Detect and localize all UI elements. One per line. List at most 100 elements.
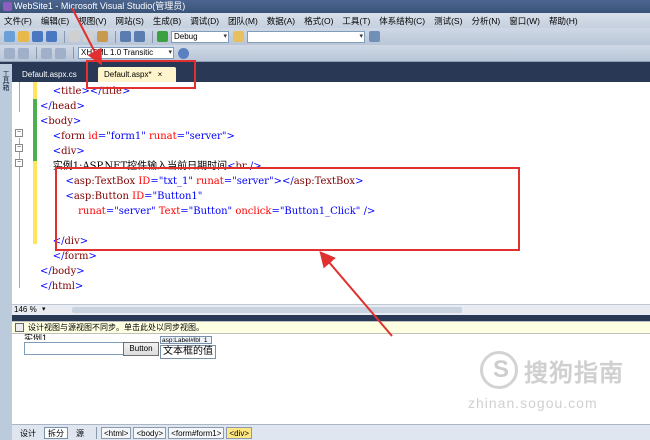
new-project-icon[interactable] bbox=[4, 31, 15, 42]
code-token: < bbox=[52, 146, 62, 157]
find-combo[interactable] bbox=[247, 30, 365, 43]
save-icon[interactable] bbox=[32, 31, 43, 42]
find-icon[interactable] bbox=[233, 31, 244, 42]
menu-item[interactable]: 帮助(H) bbox=[549, 15, 578, 27]
outdent-icon[interactable] bbox=[4, 47, 15, 59]
comment-icon[interactable] bbox=[41, 47, 52, 59]
breadcrumb-html[interactable]: <html> bbox=[101, 426, 132, 439]
view-switcher-bar: 设计 拆分 源 <html> <body> <form#form1> <div> bbox=[12, 424, 650, 440]
code-highlight-box bbox=[55, 167, 520, 251]
code-token: id bbox=[88, 131, 98, 142]
tab-default-aspx-cs[interactable]: Default.aspx.cs bbox=[16, 67, 83, 82]
toolbar-separator bbox=[36, 47, 37, 59]
code-token: </ bbox=[52, 251, 65, 262]
visual-studio-icon bbox=[3, 2, 12, 11]
info-icon bbox=[15, 323, 24, 332]
menu-item[interactable]: 窗口(W) bbox=[509, 15, 540, 27]
menu-item[interactable]: 团队(M) bbox=[228, 15, 258, 27]
redo-icon[interactable] bbox=[134, 31, 145, 42]
code-line[interactable]: </form> bbox=[40, 249, 97, 264]
cut-icon[interactable] bbox=[69, 31, 80, 42]
paste-icon[interactable] bbox=[97, 31, 108, 42]
undo-icon[interactable] bbox=[120, 31, 131, 42]
source-view-button[interactable]: 源 bbox=[72, 427, 88, 439]
code-token: body bbox=[48, 116, 73, 127]
chevron-down-icon[interactable]: ▾ bbox=[42, 305, 46, 315]
toolbox-strip[interactable]: 工具箱 bbox=[0, 64, 12, 440]
design-label[interactable]: 文本框的值 bbox=[160, 345, 216, 359]
toolbox-label: 工具箱 bbox=[2, 70, 9, 91]
save-all-icon[interactable] bbox=[46, 31, 57, 42]
sync-message: 设计视图与源视图不同步。单击此处以同步视图。 bbox=[28, 323, 204, 332]
design-textbox[interactable] bbox=[24, 342, 124, 355]
menu-item[interactable]: 生成(B) bbox=[153, 15, 181, 27]
copy-icon[interactable] bbox=[83, 31, 94, 42]
change-marker bbox=[33, 161, 37, 244]
code-line[interactable]: </body> bbox=[40, 264, 85, 279]
indent-icon[interactable] bbox=[18, 47, 29, 59]
solution-explorer-icon[interactable] bbox=[369, 31, 380, 42]
menu-item[interactable]: 视图(V) bbox=[78, 15, 106, 27]
breadcrumb-div[interactable]: <div> bbox=[226, 426, 252, 439]
watermark-url: zhinan.sogou.com bbox=[468, 395, 598, 411]
control-tag: asp:Label#lbl_1 bbox=[160, 336, 212, 344]
code-token: < bbox=[52, 131, 62, 142]
code-token: > bbox=[76, 101, 85, 112]
code-token: < bbox=[52, 86, 62, 97]
design-heading-text: 实例1. bbox=[24, 334, 50, 340]
code-token: > bbox=[74, 281, 84, 292]
watermark: S 搜狗指南 zhinan.sogou.com bbox=[438, 347, 648, 417]
tab-label: Default.aspx.cs bbox=[22, 70, 77, 79]
code-token: > bbox=[76, 266, 85, 277]
open-folder-icon[interactable] bbox=[18, 31, 29, 42]
code-token: div bbox=[61, 146, 77, 157]
check-accessibility-icon[interactable] bbox=[178, 47, 189, 59]
code-token: </ bbox=[40, 281, 52, 292]
breadcrumb-form[interactable]: <form#form1> bbox=[168, 426, 225, 439]
menu-item[interactable]: 文件(F) bbox=[4, 15, 32, 27]
code-line[interactable]: <form id="form1" runat="server"> bbox=[40, 129, 235, 144]
code-token: runat bbox=[149, 131, 177, 142]
scrollbar-thumb[interactable] bbox=[72, 307, 462, 313]
collapse-icon[interactable]: − bbox=[15, 159, 23, 167]
design-view-button[interactable]: 设计 bbox=[16, 427, 40, 439]
breadcrumb-body[interactable]: <body> bbox=[133, 426, 167, 439]
menu-item[interactable]: 分析(N) bbox=[471, 15, 500, 27]
menu-item[interactable]: 编辑(E) bbox=[41, 15, 69, 27]
menu-item[interactable]: 工具(T) bbox=[342, 15, 370, 27]
code-token: = bbox=[176, 131, 186, 142]
design-button[interactable]: Button bbox=[123, 342, 159, 356]
code-token: > bbox=[72, 116, 82, 127]
menu-item[interactable]: 体系结构(C) bbox=[379, 15, 425, 27]
split-view-button[interactable]: 拆分 bbox=[44, 426, 68, 439]
menu-item[interactable]: 网站(S) bbox=[116, 15, 144, 27]
code-token: head bbox=[51, 101, 77, 112]
start-debugging-icon[interactable] bbox=[157, 31, 168, 42]
toolbar-separator bbox=[64, 30, 65, 43]
code-line[interactable]: <div> bbox=[40, 144, 85, 159]
editor-horizontal-scrollbar[interactable]: 146 % ▾ bbox=[12, 304, 650, 315]
zoom-level[interactable]: 146 % bbox=[14, 305, 37, 315]
solution-configuration-select[interactable]: Debug bbox=[171, 30, 229, 43]
window-title: WebSite1 - Microsoft Visual Studio(管理员) bbox=[14, 1, 186, 11]
toolbar-separator bbox=[152, 30, 153, 43]
code-token: "form1" bbox=[106, 131, 150, 142]
menu-item[interactable]: 调试(D) bbox=[190, 15, 219, 27]
collapse-icon[interactable]: − bbox=[15, 129, 23, 137]
sync-info-bar[interactable]: 设计视图与源视图不同步。单击此处以同步视图。 bbox=[12, 321, 650, 334]
uncomment-icon[interactable] bbox=[55, 47, 66, 59]
target-schema-select[interactable]: XHTML 1.0 Transitic bbox=[78, 47, 174, 59]
code-line[interactable]: </head> bbox=[40, 99, 85, 114]
editor-gutter: − − − bbox=[12, 82, 32, 304]
menu-item[interactable]: 数据(A) bbox=[267, 15, 295, 27]
window-title-bar: WebSite1 - Microsoft Visual Studio(管理员) bbox=[0, 0, 650, 13]
code-line[interactable]: </html> bbox=[40, 279, 83, 294]
menu-item[interactable]: 测试(S) bbox=[434, 15, 462, 27]
code-token: </ bbox=[40, 266, 52, 277]
collapse-icon[interactable]: − bbox=[15, 144, 23, 152]
fold-guide bbox=[19, 82, 20, 112]
code-line[interactable]: <body> bbox=[40, 114, 81, 129]
menu-item[interactable]: 格式(O) bbox=[304, 15, 333, 27]
